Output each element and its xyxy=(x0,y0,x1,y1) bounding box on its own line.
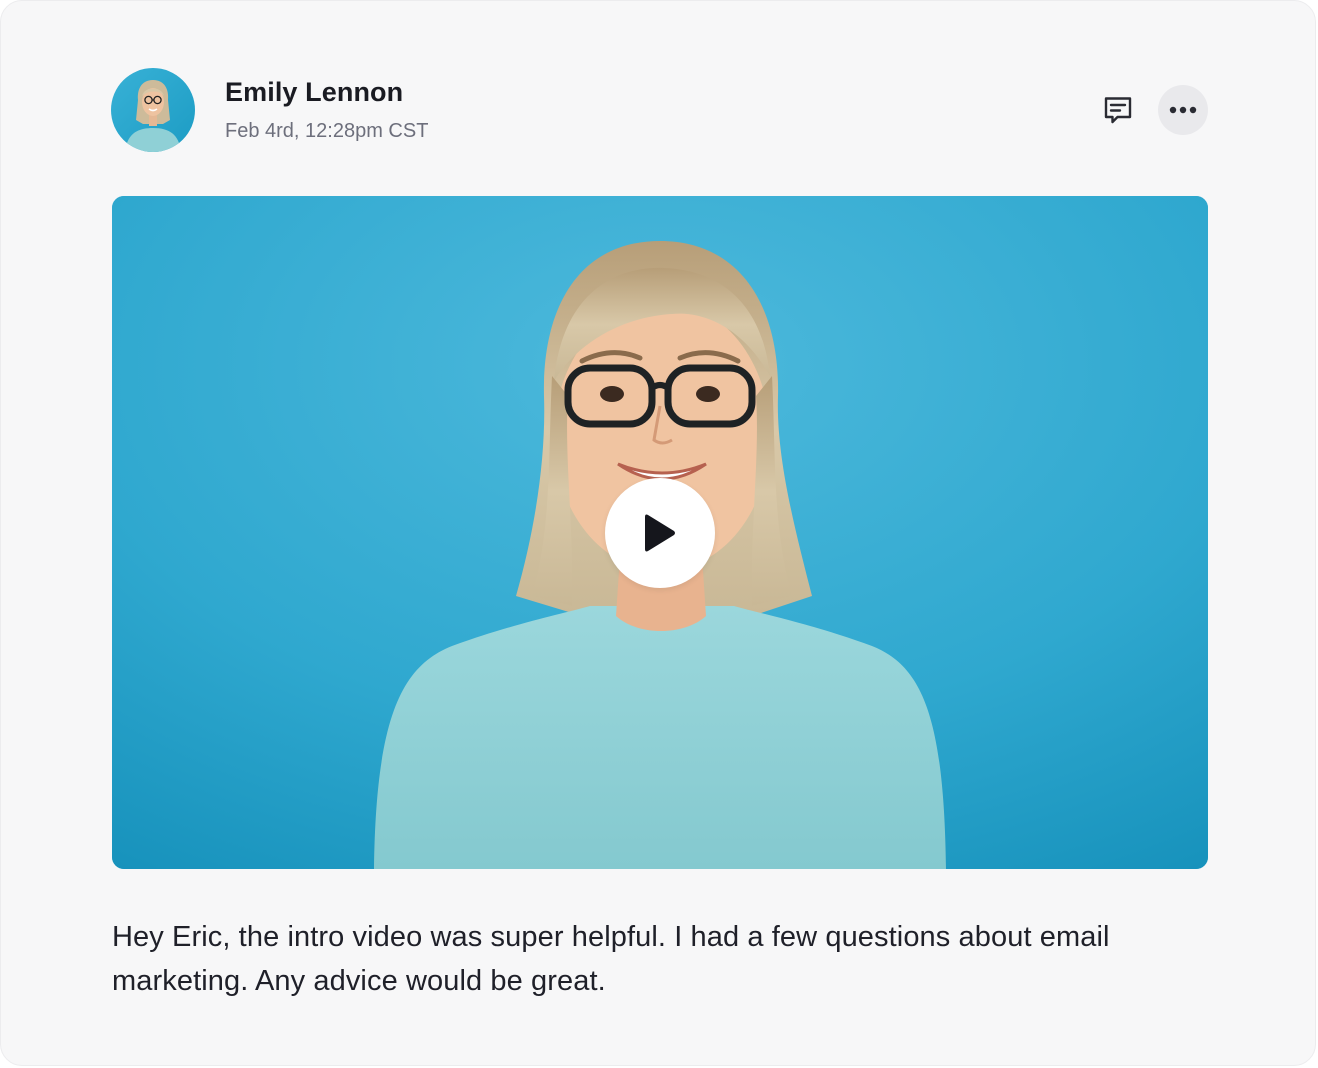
video-player[interactable] xyxy=(112,196,1208,869)
post-card: Emily Lennon Feb 4rd, 12:28pm CST Hey Er… xyxy=(0,0,1316,1066)
author-name[interactable]: Emily Lennon xyxy=(225,77,403,108)
more-horizontal-icon xyxy=(1169,106,1197,114)
more-options-button[interactable] xyxy=(1158,85,1208,135)
avatar-image xyxy=(111,68,195,152)
play-button[interactable] xyxy=(605,478,715,588)
play-icon xyxy=(645,514,675,552)
avatar[interactable] xyxy=(111,68,195,152)
comment-icon xyxy=(1104,97,1132,124)
comment-button[interactable] xyxy=(1095,87,1141,133)
post-message: Hey Eric, the intro video was super help… xyxy=(112,921,1110,997)
post-timestamp: Feb 4rd, 12:28pm CST xyxy=(225,120,429,142)
